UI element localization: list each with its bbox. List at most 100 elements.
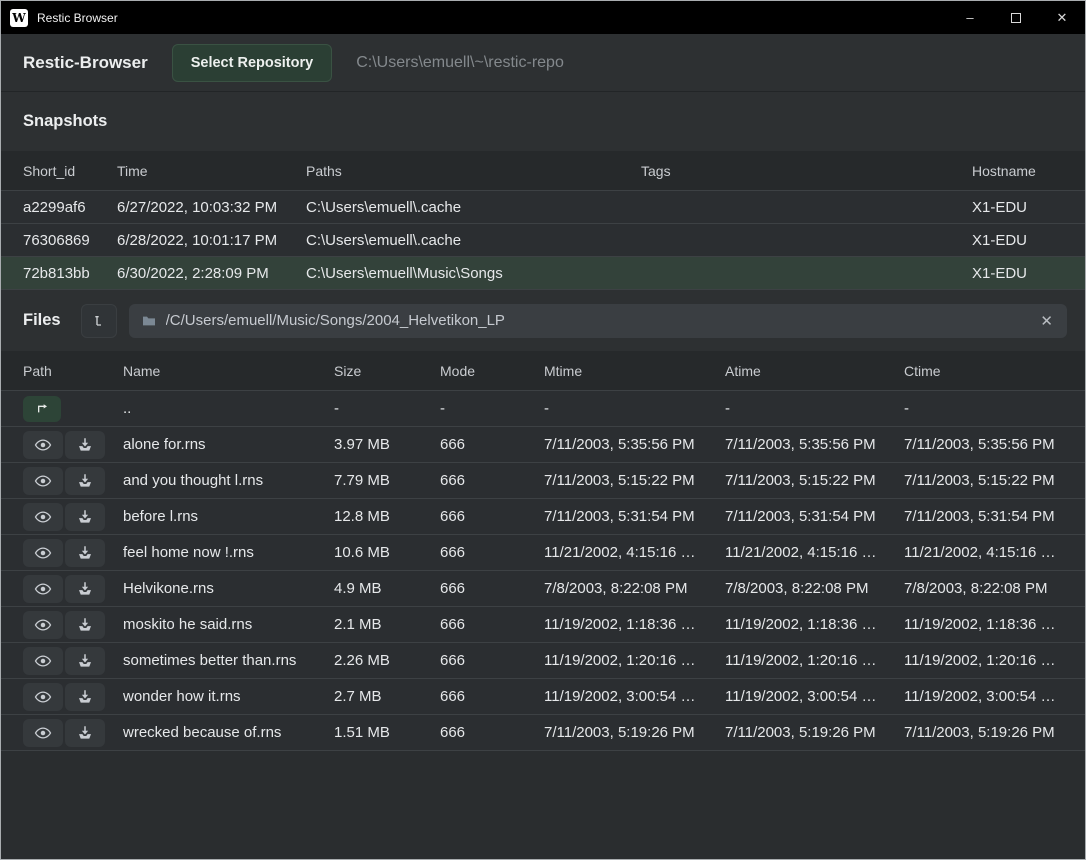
file-row: before l.rns 12.8 MB 666 7/11/2003, 5:31… <box>1 499 1085 535</box>
preview-file-button[interactable] <box>23 503 63 531</box>
snapshot-time: 6/30/2022, 2:28:09 PM <box>117 265 306 282</box>
files-path-input[interactable] <box>166 312 1030 329</box>
snapshot-hostname: X1-EDU <box>972 199 1085 216</box>
eye-icon <box>34 544 52 562</box>
file-mode: 666 <box>440 688 544 705</box>
file-row-parent: .. - - - - - <box>1 391 1085 427</box>
file-atime: 7/11/2003, 5:19:26 PM <box>725 724 904 741</box>
file-name: wrecked because of.rns <box>123 724 334 741</box>
snapshot-row-selected[interactable]: 72b813bb 6/30/2022, 2:28:09 PM C:\Users\… <box>1 257 1085 290</box>
l-glyph-icon <box>91 313 107 329</box>
col-path: Path <box>23 363 123 379</box>
file-atime: 7/8/2003, 8:22:08 PM <box>725 580 904 597</box>
file-size: 12.8 MB <box>334 508 440 525</box>
preview-file-button[interactable] <box>23 647 63 675</box>
file-mtime: - <box>544 400 725 417</box>
col-atime: Atime <box>725 363 904 379</box>
col-time: Time <box>117 163 306 179</box>
preview-file-button[interactable] <box>23 467 63 495</box>
file-size: 4.9 MB <box>334 580 440 597</box>
file-name: before l.rns <box>123 508 334 525</box>
file-ctime: - <box>904 400 1085 417</box>
col-mode: Mode <box>440 363 544 379</box>
app-title: Restic-Browser <box>23 53 148 73</box>
eye-icon <box>34 472 52 490</box>
snapshot-paths: C:\Users\emuell\.cache <box>306 199 641 216</box>
file-name: and you thought l.rns <box>123 472 334 489</box>
file-mtime: 11/19/2002, 1:20:16 … <box>544 652 725 669</box>
col-name: Name <box>123 363 334 379</box>
preview-file-button[interactable] <box>23 683 63 711</box>
eye-icon <box>34 616 52 634</box>
eye-icon <box>34 652 52 670</box>
snapshots-section-header: Snapshots <box>1 91 1085 151</box>
file-mode: - <box>440 400 544 417</box>
file-atime: 7/11/2003, 5:31:54 PM <box>725 508 904 525</box>
snapshot-time: 6/27/2022, 10:03:32 PM <box>117 199 306 216</box>
download-icon <box>76 724 94 742</box>
preview-file-button[interactable] <box>23 431 63 459</box>
folder-icon <box>141 313 157 329</box>
preview-file-button[interactable] <box>23 575 63 603</box>
files-heading: Files <box>23 311 61 330</box>
snapshot-hostname: X1-EDU <box>972 265 1085 282</box>
go-up-directory-button[interactable] <box>23 396 61 422</box>
download-file-button[interactable] <box>65 539 105 567</box>
download-file-button[interactable] <box>65 611 105 639</box>
file-name: moskito he said.rns <box>123 616 334 633</box>
window-title: Restic Browser <box>37 11 947 25</box>
file-mtime: 7/11/2003, 5:19:26 PM <box>544 724 725 741</box>
download-file-button[interactable] <box>65 503 105 531</box>
snapshot-row[interactable]: 76306869 6/28/2022, 10:01:17 PM C:\Users… <box>1 224 1085 257</box>
titlebar: W Restic Browser – ✕ <box>1 1 1085 34</box>
preview-file-button[interactable] <box>23 539 63 567</box>
files-path-box: ✕ <box>129 304 1067 338</box>
snapshots-heading: Snapshots <box>23 112 107 131</box>
file-size: 7.79 MB <box>334 472 440 489</box>
file-row: wonder how it.rns 2.7 MB 666 11/19/2002,… <box>1 679 1085 715</box>
file-mtime: 11/19/2002, 3:00:54 … <box>544 688 725 705</box>
file-size: 1.51 MB <box>334 724 440 741</box>
file-row: moskito he said.rns 2.1 MB 666 11/19/200… <box>1 607 1085 643</box>
file-name: feel home now !.rns <box>123 544 334 561</box>
file-atime: 11/21/2002, 4:15:16 … <box>725 544 904 561</box>
file-row: feel home now !.rns 10.6 MB 666 11/21/20… <box>1 535 1085 571</box>
file-atime: 7/11/2003, 5:15:22 PM <box>725 472 904 489</box>
file-size: - <box>334 400 440 417</box>
file-atime: - <box>725 400 904 417</box>
preview-file-button[interactable] <box>23 611 63 639</box>
file-size: 2.26 MB <box>334 652 440 669</box>
maximize-icon <box>1011 13 1021 23</box>
file-size: 10.6 MB <box>334 544 440 561</box>
file-name: wonder how it.rns <box>123 688 334 705</box>
file-mtime: 7/8/2003, 8:22:08 PM <box>544 580 725 597</box>
select-repository-button[interactable]: Select Repository <box>172 44 333 82</box>
preview-file-button[interactable] <box>23 719 63 747</box>
repository-path: C:\Users\emuell\~\restic-repo <box>356 54 564 72</box>
file-ctime: 7/11/2003, 5:31:54 PM <box>904 508 1085 525</box>
close-button[interactable]: ✕ <box>1039 1 1085 34</box>
eye-icon <box>34 508 52 526</box>
file-mode: 666 <box>440 616 544 633</box>
snapshot-row[interactable]: a2299af6 6/27/2022, 10:03:32 PM C:\Users… <box>1 191 1085 224</box>
file-mode: 666 <box>440 436 544 453</box>
snapshot-time: 6/28/2022, 10:01:17 PM <box>117 232 306 249</box>
download-file-button[interactable] <box>65 575 105 603</box>
download-file-button[interactable] <box>65 467 105 495</box>
eye-icon <box>34 436 52 454</box>
files-path-mode-button[interactable] <box>81 304 117 338</box>
download-file-button[interactable] <box>65 683 105 711</box>
clear-path-icon[interactable]: ✕ <box>1038 312 1055 330</box>
download-file-button[interactable] <box>65 647 105 675</box>
minimize-button[interactable]: – <box>947 1 993 34</box>
maximize-button[interactable] <box>993 1 1039 34</box>
files-table-header: Path Name Size Mode Mtime Atime Ctime <box>1 351 1085 391</box>
download-file-button[interactable] <box>65 431 105 459</box>
download-file-button[interactable] <box>65 719 105 747</box>
file-row: sometimes better than.rns 2.26 MB 666 11… <box>1 643 1085 679</box>
file-row: and you thought l.rns 7.79 MB 666 7/11/2… <box>1 463 1085 499</box>
file-atime: 11/19/2002, 1:18:36 … <box>725 616 904 633</box>
wails-logo-icon: W <box>10 9 28 27</box>
col-paths: Paths <box>306 163 641 179</box>
download-icon <box>76 436 94 454</box>
